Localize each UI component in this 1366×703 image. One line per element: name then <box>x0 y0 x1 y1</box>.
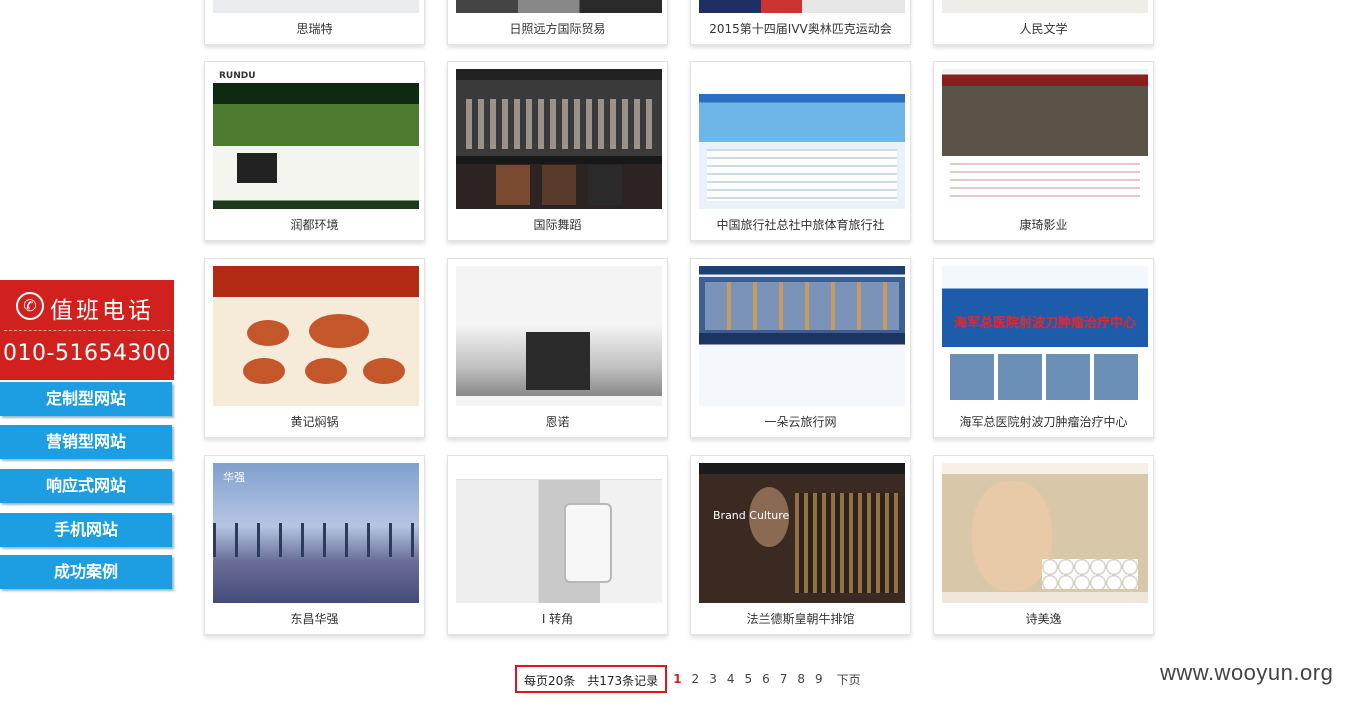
thumbnail-banner-text: Brand Culture <box>713 509 790 522</box>
dish-image <box>309 314 369 348</box>
portfolio-caption[interactable]: 海军总医院射波刀肿瘤治疗中心 <box>934 413 1153 430</box>
crowd-photo <box>466 99 652 149</box>
portfolio-caption[interactable]: 康琦影业 <box>934 216 1153 233</box>
photo-strip <box>950 354 1140 400</box>
portfolio-thumbnail[interactable] <box>942 69 1148 209</box>
portrait-image <box>972 481 1052 591</box>
page-link[interactable]: 7 <box>780 672 788 686</box>
portfolio-caption[interactable]: 法兰德斯皇朝牛排馆 <box>691 610 910 627</box>
hexagon-image <box>588 165 622 205</box>
city-night-image <box>795 493 899 593</box>
success-cases-button[interactable]: 成功案例 <box>0 555 172 589</box>
spa-stones-image <box>1042 559 1138 589</box>
custom-website-button[interactable]: 定制型网站 <box>0 382 172 416</box>
text-lines <box>950 163 1140 203</box>
portfolio-thumbnail[interactable] <box>699 69 905 209</box>
hexagon-image <box>542 165 576 205</box>
mobile-website-button[interactable]: 手机网站 <box>0 513 172 547</box>
total-records-text: 共173条记录 <box>587 674 659 688</box>
portfolio-card[interactable]: Brand Culture 法兰德斯皇朝牛排馆 <box>690 455 911 635</box>
page-link[interactable]: 3 <box>709 672 717 686</box>
portfolio-card[interactable]: 人民文学 <box>933 0 1154 45</box>
duty-phone-box: ✆ 值班电话 010-51654300 <box>0 280 174 380</box>
portfolio-card[interactable]: 国际舞蹈 <box>447 61 668 241</box>
portfolio-caption[interactable]: 2015第十四届IVV奥林匹克运动会 <box>691 20 910 37</box>
duty-title: 值班电话 <box>50 298 154 324</box>
portfolio-caption[interactable]: 恩诺 <box>448 413 667 430</box>
per-page-text: 每页20条 <box>524 674 576 688</box>
thumbnail-banner-text: 海军总医院射波刀肿瘤治疗中心 <box>954 316 1137 331</box>
portfolio-thumbnail[interactable] <box>456 463 662 603</box>
port-cranes <box>213 523 419 557</box>
photo-tiles <box>705 282 899 330</box>
portfolio-thumbnail[interactable] <box>942 0 1148 13</box>
video-thumbnail <box>237 153 277 183</box>
portfolio-caption[interactable]: 人民文学 <box>934 20 1153 37</box>
portfolio-caption[interactable]: 日照远方国际贸易 <box>448 20 667 37</box>
page-link[interactable]: 5 <box>744 672 752 686</box>
portfolio-caption[interactable]: 润都环境 <box>205 216 424 233</box>
portfolio-caption[interactable]: I 转角 <box>448 610 667 627</box>
next-page-link[interactable]: 下页 <box>837 671 861 688</box>
portfolio-caption[interactable]: 国际舞蹈 <box>448 216 667 233</box>
dish-image <box>363 358 405 384</box>
portfolio-thumbnail[interactable] <box>456 69 662 209</box>
portfolio-thumbnail[interactable] <box>699 266 905 406</box>
portfolio-card[interactable]: 黄记焖锅 <box>204 258 425 438</box>
responsive-website-button[interactable]: 响应式网站 <box>0 469 172 503</box>
portfolio-caption[interactable]: 东昌华强 <box>205 610 424 627</box>
portfolio-card[interactable]: I 转角 <box>447 455 668 635</box>
page-link-current[interactable]: 1 <box>673 672 681 686</box>
page-link[interactable]: 6 <box>762 672 770 686</box>
page-link[interactable]: 2 <box>692 672 700 686</box>
portfolio-card[interactable]: 一朵云旅行网 <box>690 258 911 438</box>
thumbnail-logo-text: 华强 <box>223 471 245 484</box>
portfolio-thumbnail[interactable]: RUNDU <box>213 69 419 209</box>
portfolio-card[interactable]: 中国旅行社总社中旅体育旅行社 <box>690 61 911 241</box>
hexagon-image <box>496 165 530 205</box>
bronze-vessel-image <box>526 332 590 390</box>
dish-image <box>305 358 347 384</box>
pagination: 每页20条 共173条记录 1 2 3 4 5 6 7 8 9 下页 <box>515 664 861 694</box>
portfolio-thumbnail[interactable] <box>456 266 662 406</box>
portfolio-card[interactable]: 康琦影业 <box>933 61 1154 241</box>
portfolio-thumbnail[interactable]: Brand Culture <box>699 463 905 603</box>
portfolio-thumbnail[interactable] <box>213 266 419 406</box>
watermark: www.wooyun.org <box>1160 660 1334 685</box>
duty-phone-number: 010-51654300 <box>3 341 171 366</box>
portfolio-card[interactable]: 2015第十四届IVV奥林匹克运动会 <box>690 0 911 45</box>
portfolio-card[interactable]: 华强 东昌华强 <box>204 455 425 635</box>
portfolio-caption[interactable]: 诗美逸 <box>934 610 1153 627</box>
portfolio-caption[interactable]: 黄记焖锅 <box>205 413 424 430</box>
portfolio-caption[interactable]: 中国旅行社总社中旅体育旅行社 <box>691 216 910 233</box>
thumbnail-logo-text: RUNDU <box>219 71 256 81</box>
portfolio-thumbnail[interactable] <box>699 0 905 13</box>
thumbnail-header-bar <box>456 463 662 480</box>
page-link[interactable]: 8 <box>797 672 805 686</box>
portfolio-card[interactable]: 恩诺 <box>447 258 668 438</box>
portfolio-thumbnail[interactable]: 华强 <box>213 463 419 603</box>
marketing-website-button[interactable]: 营销型网站 <box>0 425 172 459</box>
portfolio-card[interactable]: RUNDU 润都环境 <box>204 61 425 241</box>
phone-image <box>564 503 612 583</box>
portfolio-thumbnail[interactable]: 海军总医院射波刀肿瘤治疗中心 <box>942 266 1148 406</box>
portfolio-thumbnail[interactable] <box>942 463 1148 603</box>
portfolio-caption[interactable]: 思瑞特 <box>205 20 424 37</box>
portfolio-thumbnail[interactable] <box>456 0 662 13</box>
portfolio-thumbnail[interactable] <box>213 0 419 13</box>
portfolio-card[interactable]: 思瑞特 <box>204 0 425 45</box>
divider <box>4 330 170 331</box>
portfolio-card[interactable]: 日照远方国际贸易 <box>447 0 668 45</box>
portfolio-caption[interactable]: 一朵云旅行网 <box>691 413 910 430</box>
pagination-summary: 每页20条 共173条记录 <box>515 665 668 693</box>
portfolio-card[interactable]: 海军总医院射波刀肿瘤治疗中心 海军总医院射波刀肿瘤治疗中心 <box>933 258 1154 438</box>
portfolio-card[interactable]: 诗美逸 <box>933 455 1154 635</box>
text-lines <box>707 149 897 201</box>
dish-image <box>243 358 285 384</box>
page-link[interactable]: 4 <box>727 672 735 686</box>
phone-icon: ✆ <box>16 292 44 320</box>
page-link[interactable]: 9 <box>815 672 823 686</box>
dish-image <box>247 320 289 346</box>
